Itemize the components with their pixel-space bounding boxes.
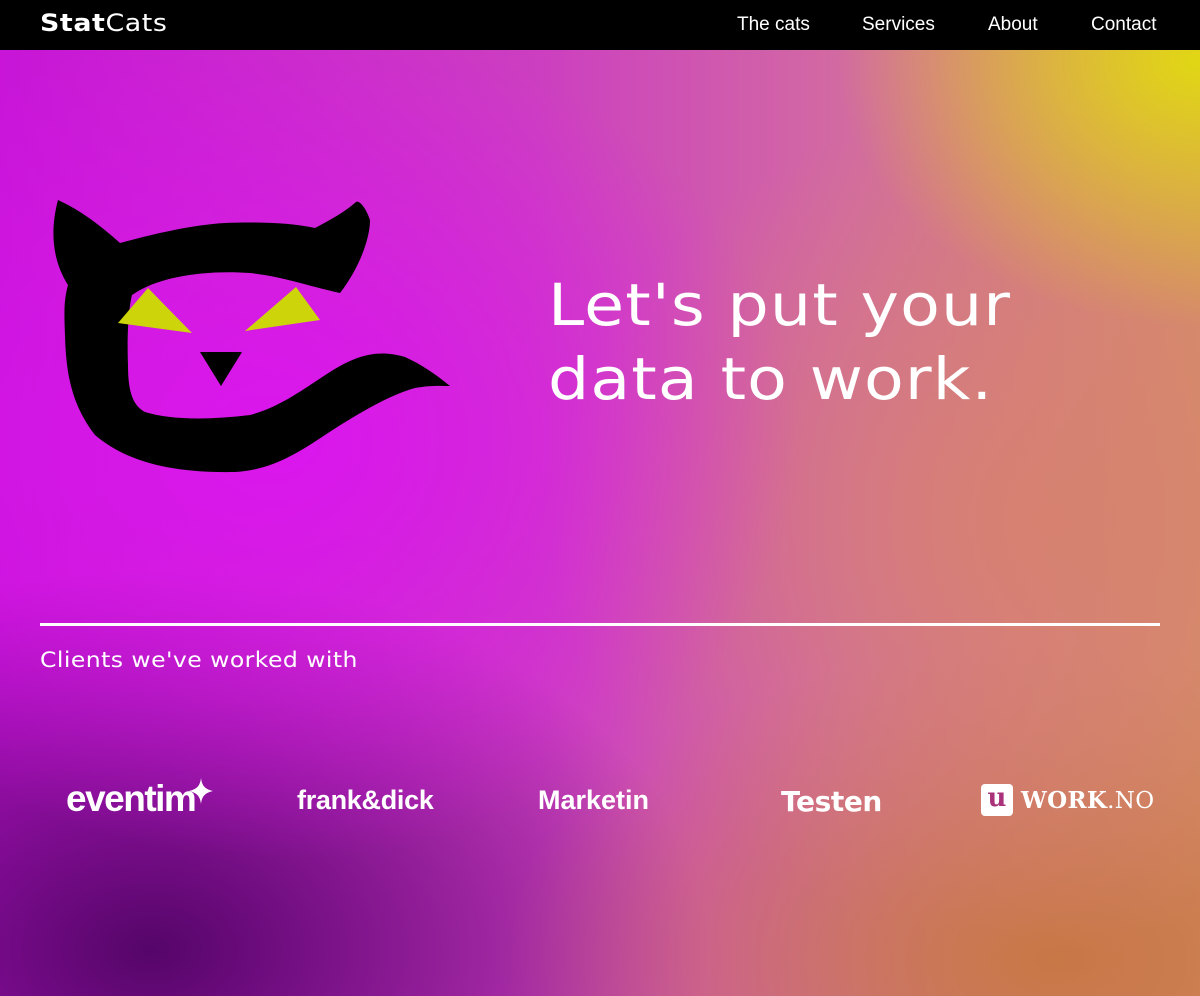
work-no-badge-icon: u (981, 784, 1013, 816)
sparkle-icon (189, 778, 213, 804)
statcats-logo[interactable]: StatCats (40, 9, 167, 37)
cat-logo-icon (53, 200, 450, 473)
hero-headline-line1: Let's put your (548, 271, 1012, 339)
cat-eye-right (245, 287, 320, 331)
page-background: StatCats The cats Services About Contact… (0, 0, 1200, 996)
top-navigation-bar: StatCats The cats Services About Contact (0, 0, 1200, 50)
section-divider (40, 623, 1160, 626)
clients-heading: Clients we've worked with (40, 648, 358, 672)
nav-link-about[interactable]: About (988, 14, 1038, 36)
cat-silhouette (53, 200, 450, 473)
logo-text-light: Cats (105, 9, 168, 37)
client-logo-testen: Testen (781, 785, 882, 818)
work-no-text-bold: WORK (1021, 787, 1108, 814)
work-no-text-light: .NO (1107, 788, 1155, 814)
hero-headline: Let's put your data to work. (548, 268, 1200, 416)
nav-link-the-cats[interactable]: The cats (737, 14, 810, 36)
client-logo-frank-and-dick: frank&dick (297, 785, 434, 815)
cat-nose (200, 352, 242, 386)
nav-link-contact[interactable]: Contact (1091, 14, 1156, 36)
client-logo-work-no: WORK.NO (1021, 787, 1154, 814)
logo-text-bold: Stat (40, 9, 106, 37)
nav-link-services[interactable]: Services (862, 14, 935, 36)
client-logo-eventim: eventim (66, 778, 197, 819)
hero-headline-line2: data to work. (548, 345, 994, 413)
client-logo-marketin: Marketin (538, 785, 650, 815)
